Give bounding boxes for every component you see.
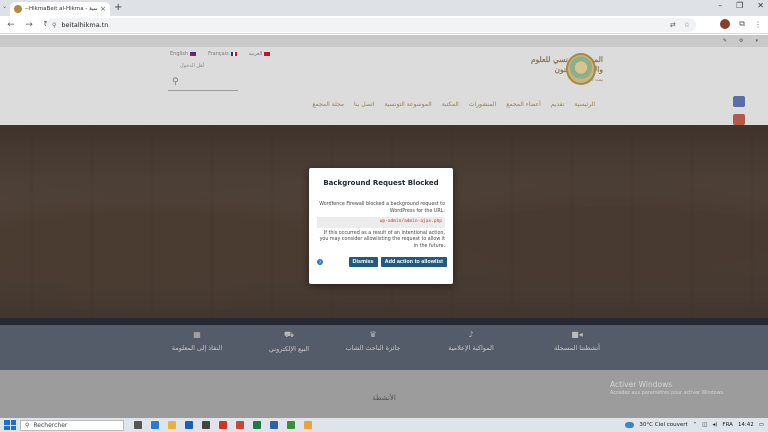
excel-icon[interactable] <box>253 421 261 429</box>
dialog-body: Wordfence Firewall blocked a background … <box>317 202 445 250</box>
chrome-icon[interactable] <box>219 421 227 429</box>
youtube-icon[interactable] <box>733 114 745 125</box>
admin-bar-item-icon[interactable]: ⚙ <box>739 38 743 44</box>
activities-section: الأنشطة Activer Windows Accédez aux para… <box>0 370 768 418</box>
feature-access-to-information[interactable]: ▦ النفاذ إلى المعلومة <box>152 330 242 352</box>
file-explorer-icon[interactable] <box>168 421 176 429</box>
nav-item-home[interactable]: الرئيسية <box>574 101 595 108</box>
dialog-text-blocked: Wordfence Firewall blocked a background … <box>319 202 445 214</box>
login-link[interactable]: أهل الدخول <box>180 63 204 69</box>
background-request-blocked-dialog: Background Request Blocked Wordfence Fir… <box>309 168 453 284</box>
video-icon: ■◂ <box>571 330 583 339</box>
browser-tab[interactable]: --HikmaBeit al-Hikma - الرئيسية × <box>10 2 110 16</box>
search-icon[interactable]: ⚲ <box>172 77 179 87</box>
nav-item-library[interactable]: المكتبة <box>442 101 459 108</box>
dismiss-button[interactable]: Dismiss <box>348 257 378 267</box>
windows-activation-watermark: Activer Windows Accédez aux paramètres p… <box>610 380 725 396</box>
nav-item-publications[interactable]: المنشورات <box>469 101 496 108</box>
extensions-icon[interactable]: ⧉ <box>739 19 745 29</box>
tray-chevron-icon[interactable]: ⌃ <box>693 422 698 428</box>
browser-toolbar: ← → ↻ ⚲ beitalhikma.tn ⇄ ☆ ⧉ ⋮ <box>0 16 768 34</box>
calendar-icon: ▦ <box>193 330 201 339</box>
word-icon[interactable] <box>185 421 193 429</box>
nav-item-members[interactable]: أعضاء المجمع <box>506 101 541 108</box>
nav-item-journal[interactable]: مجلة المجمع <box>312 101 344 108</box>
app-icon[interactable] <box>287 421 295 429</box>
profile-avatar[interactable] <box>720 19 731 29</box>
windows-taskbar: ⚲ Rechercher 30°C Ciel couvert ⌃ ◫ ◂) FR… <box>0 418 768 432</box>
edge-icon[interactable] <box>151 421 159 429</box>
back-icon[interactable]: ← <box>6 20 16 30</box>
nav-item-encyclopedia[interactable]: الموسوعة التونسية <box>384 101 431 108</box>
forward-icon[interactable]: → <box>24 20 34 30</box>
close-window-icon[interactable]: ✕ <box>757 1 764 10</box>
store-icon[interactable] <box>202 421 210 429</box>
windows-start-icon[interactable] <box>4 420 16 430</box>
facebook-icon[interactable] <box>733 96 745 107</box>
close-tab-icon[interactable]: × <box>100 5 106 13</box>
feature-media-coverage[interactable]: ♪ المواكبة الإعلامية <box>426 330 516 352</box>
dialog-text-allowlist: If this occurred as a result of an inten… <box>319 230 445 249</box>
minimize-icon[interactable]: – <box>718 1 722 10</box>
admin-bar-item-icon[interactable]: ▾ <box>755 38 758 44</box>
dialog-actions: ? Dismiss Add action to allowlist <box>315 257 447 267</box>
weather-text[interactable]: 30°C Ciel couvert <box>639 422 687 428</box>
site-info-icon[interactable]: ⚲ <box>52 22 56 29</box>
browser-tabstrip: ⌄ --HikmaBeit al-Hikma - الرئيسية × + – … <box>0 0 768 16</box>
language-switcher: English Français العربية <box>170 51 271 57</box>
blocked-url: wp-admin/admin-ajax.php <box>317 217 445 228</box>
tab-search-icon[interactable]: ⌄ <box>2 3 7 10</box>
main-navigation: الرئيسية تقديم أعضاء المجمع المنشورات ال… <box>250 101 595 108</box>
feature-online-sales[interactable]: ⛟ البيع الإلكتروني <box>244 330 334 353</box>
outlook-icon[interactable] <box>270 421 278 429</box>
nav-item-about[interactable]: تقديم <box>551 101 565 108</box>
chrome-active-icon[interactable] <box>304 421 312 429</box>
menu-icon[interactable]: ⋮ <box>754 20 762 29</box>
weather-icon[interactable] <box>625 422 635 428</box>
input-language[interactable]: FRA <box>722 422 733 428</box>
lang-french[interactable]: Français <box>208 51 237 57</box>
taskbar-search-placeholder: Rechercher <box>33 421 68 429</box>
task-view-icon[interactable] <box>134 421 142 429</box>
new-tab-button[interactable]: + <box>114 2 122 14</box>
maximize-icon[interactable]: ❐ <box>736 1 743 10</box>
volume-icon[interactable]: ◂) <box>712 422 717 428</box>
site-search[interactable]: ⚲ <box>168 77 238 91</box>
trophy-icon: ♛ <box>369 330 377 339</box>
help-icon[interactable]: ? <box>317 259 323 265</box>
url-text[interactable]: beitalhikma.tn <box>61 21 664 29</box>
bookmark-star-icon[interactable]: ☆ <box>684 21 690 29</box>
microphone-icon: ♪ <box>468 330 474 339</box>
tab-title: --HikmaBeit al-Hikma - الرئيسية <box>25 6 98 12</box>
admin-bar: ✎ ⚙ ▾ <box>0 35 768 47</box>
feature-recorded-activities[interactable]: ■◂ أنشطتنا المسجلة <box>532 330 622 352</box>
site-favicon-icon <box>14 5 22 13</box>
system-tray: 30°C Ciel couvert ⌃ ◫ ◂) FRA 14:42 ▭ <box>625 418 764 432</box>
site-logo-emblem-icon[interactable] <box>566 53 596 85</box>
feature-young-researcher-award[interactable]: ♛ جائزة الباحث الشاب <box>328 330 418 352</box>
lang-english[interactable]: English <box>170 51 197 57</box>
nav-item-contact[interactable]: اتصل بنا <box>354 101 374 108</box>
taskbar-apps <box>134 421 312 429</box>
address-bar[interactable]: ⚲ beitalhikma.tn ⇄ ☆ <box>46 18 696 32</box>
search-icon: ⚲ <box>25 421 30 429</box>
add-to-allowlist-button[interactable]: Add action to allowlist <box>380 257 447 267</box>
cart-icon: ⛟ <box>283 330 295 339</box>
clock[interactable]: 14:42 <box>738 422 754 428</box>
notifications-icon[interactable]: ▭ <box>759 422 764 428</box>
site-header: English Français العربية أهل الدخول ⚲ ال… <box>0 47 768 125</box>
features-bar: ■◂ أنشطتنا المسجلة ♪ المواكبة الإعلامية … <box>0 318 768 370</box>
lang-arabic[interactable]: العربية <box>249 51 271 57</box>
window-controls: – ❐ ✕ <box>718 1 764 10</box>
admin-bar-item-icon[interactable]: ✎ <box>723 38 727 44</box>
network-icon[interactable]: ◫ <box>702 422 707 428</box>
taskbar-search[interactable]: ⚲ Rechercher <box>20 419 124 431</box>
dialog-title: Background Request Blocked <box>323 179 439 187</box>
pdf-reader-icon[interactable] <box>236 421 244 429</box>
translate-icon[interactable]: ⇄ <box>670 21 676 29</box>
